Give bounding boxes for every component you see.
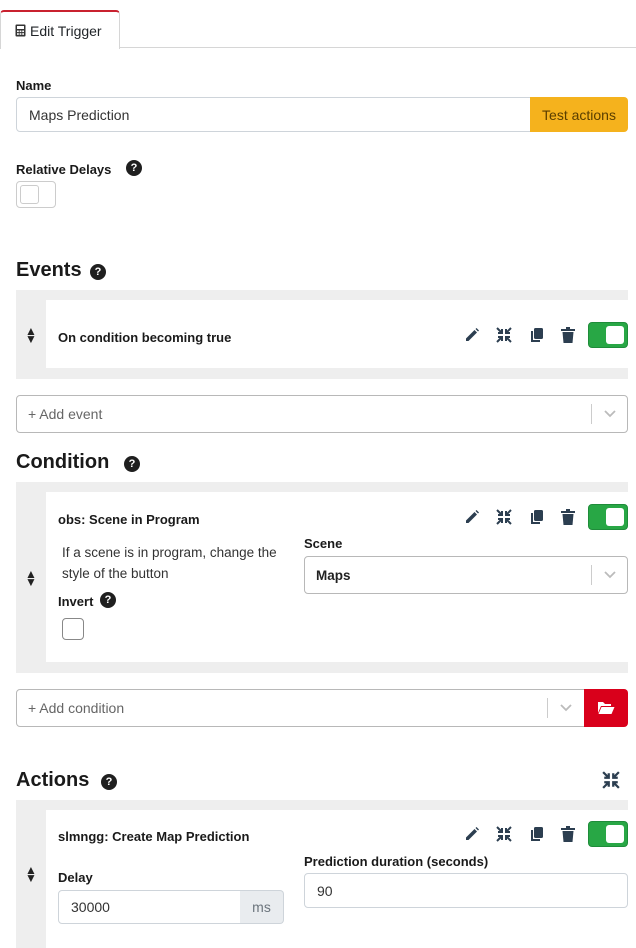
delete-button[interactable] xyxy=(552,504,584,530)
action-toolbar xyxy=(456,821,628,847)
chevron-down-icon[interactable] xyxy=(592,396,628,432)
scene-select[interactable]: Maps xyxy=(304,556,628,594)
delete-button[interactable] xyxy=(552,322,584,348)
compress-icon xyxy=(496,826,512,842)
trash-icon xyxy=(561,826,575,842)
condition-heading: Condition xyxy=(16,451,110,473)
events-help-icon[interactable]: ? xyxy=(90,264,106,280)
compress-icon xyxy=(496,509,512,525)
delete-button[interactable] xyxy=(552,821,584,847)
event-title: On condition becoming true xyxy=(58,330,232,345)
duplicate-button[interactable] xyxy=(520,322,552,348)
actions-help-icon[interactable]: ? xyxy=(101,774,117,790)
pencil-icon xyxy=(466,510,479,523)
duration-label: Prediction duration (seconds) xyxy=(304,854,489,869)
edit-button[interactable] xyxy=(456,821,488,847)
relative-delays-label: Relative Delays xyxy=(16,162,112,177)
event-card-body: On condition becoming true xyxy=(46,300,628,368)
edit-button[interactable] xyxy=(456,504,488,530)
delay-input-value: 30000 xyxy=(71,899,110,915)
toggle-knob xyxy=(606,326,624,344)
condition-title: obs: Scene in Program xyxy=(58,512,200,527)
drag-handle-icon[interactable]: ▲ ▼ xyxy=(25,568,37,588)
condition-description: If a scene is in program, change the sty… xyxy=(62,545,277,581)
toggle-knob xyxy=(606,825,624,843)
tab-edit-trigger[interactable]: Edit Trigger xyxy=(0,10,120,49)
collapse-button[interactable] xyxy=(488,504,520,530)
delay-label: Delay xyxy=(58,870,93,885)
name-input-value: Maps Prediction xyxy=(29,106,130,123)
calculator-icon xyxy=(15,24,26,37)
copy-icon xyxy=(530,827,543,841)
copy-icon xyxy=(530,510,543,524)
scene-label: Scene xyxy=(304,536,343,551)
condition-card: obs: Scene in Program If a scene is in p… xyxy=(16,482,628,673)
toggle-knob xyxy=(20,185,39,204)
condition-enabled-toggle[interactable] xyxy=(588,504,628,530)
duplicate-button[interactable] xyxy=(520,821,552,847)
scene-select-value: Maps xyxy=(316,567,351,583)
duration-input-value: 90 xyxy=(317,882,333,899)
trash-icon xyxy=(561,327,575,343)
drag-handle-icon[interactable]: ▲ ▼ xyxy=(25,325,37,345)
delay-unit: ms xyxy=(240,890,284,924)
compress-icon xyxy=(602,771,620,789)
condition-card-body: obs: Scene in Program If a scene is in p… xyxy=(46,492,628,662)
edit-button[interactable] xyxy=(456,322,488,348)
pencil-icon xyxy=(466,328,479,341)
help-icon[interactable]: ? xyxy=(126,160,142,176)
invert-help-icon[interactable]: ? xyxy=(100,592,116,608)
collapse-button[interactable] xyxy=(488,821,520,847)
add-event-placeholder: + Add event xyxy=(28,406,103,422)
name-label: Name xyxy=(16,78,52,93)
pencil-icon xyxy=(466,827,479,840)
trash-icon xyxy=(561,509,575,525)
events-heading: Events xyxy=(16,259,82,281)
test-actions-button[interactable]: Test actions xyxy=(530,97,628,132)
collapse-button[interactable] xyxy=(488,322,520,348)
duration-input[interactable]: 90 xyxy=(304,873,628,908)
event-toolbar xyxy=(456,322,628,348)
delay-input[interactable]: 30000 xyxy=(58,890,241,924)
duplicate-button[interactable] xyxy=(520,504,552,530)
folder-open-icon xyxy=(598,702,615,714)
action-card: slmngg: Create Map Prediction Delay 3000… xyxy=(16,800,628,948)
action-title: slmngg: Create Map Prediction xyxy=(58,829,250,844)
event-card: On condition becoming true ▲ ▼ xyxy=(16,290,628,379)
action-card-body: slmngg: Create Map Prediction Delay 3000… xyxy=(46,810,628,948)
add-event-select[interactable]: + Add event xyxy=(16,395,628,433)
copy-icon xyxy=(530,328,543,342)
add-condition-placeholder: + Add condition xyxy=(28,700,125,716)
condition-help-icon[interactable]: ? xyxy=(124,456,140,472)
toggle-knob xyxy=(606,508,624,526)
collapse-all-button[interactable] xyxy=(602,771,620,792)
drag-handle-icon[interactable]: ▲ ▼ xyxy=(25,864,37,884)
actions-heading: Actions xyxy=(16,769,90,791)
name-input[interactable]: Maps Prediction xyxy=(16,97,531,132)
compress-icon xyxy=(496,327,512,343)
chevron-down-icon[interactable] xyxy=(592,557,628,593)
action-enabled-toggle[interactable] xyxy=(588,821,628,847)
relative-delays-toggle[interactable] xyxy=(16,181,56,208)
invert-checkbox[interactable] xyxy=(62,618,84,640)
tab-label: Edit Trigger xyxy=(30,22,102,39)
event-enabled-toggle[interactable] xyxy=(588,322,628,348)
tab-bar: Edit Trigger xyxy=(0,0,636,49)
chevron-down-icon[interactable] xyxy=(548,690,584,726)
load-condition-button[interactable] xyxy=(584,689,628,727)
add-condition-select[interactable]: + Add condition xyxy=(16,689,585,727)
condition-toolbar xyxy=(456,504,628,530)
invert-label: Invert xyxy=(58,594,94,609)
